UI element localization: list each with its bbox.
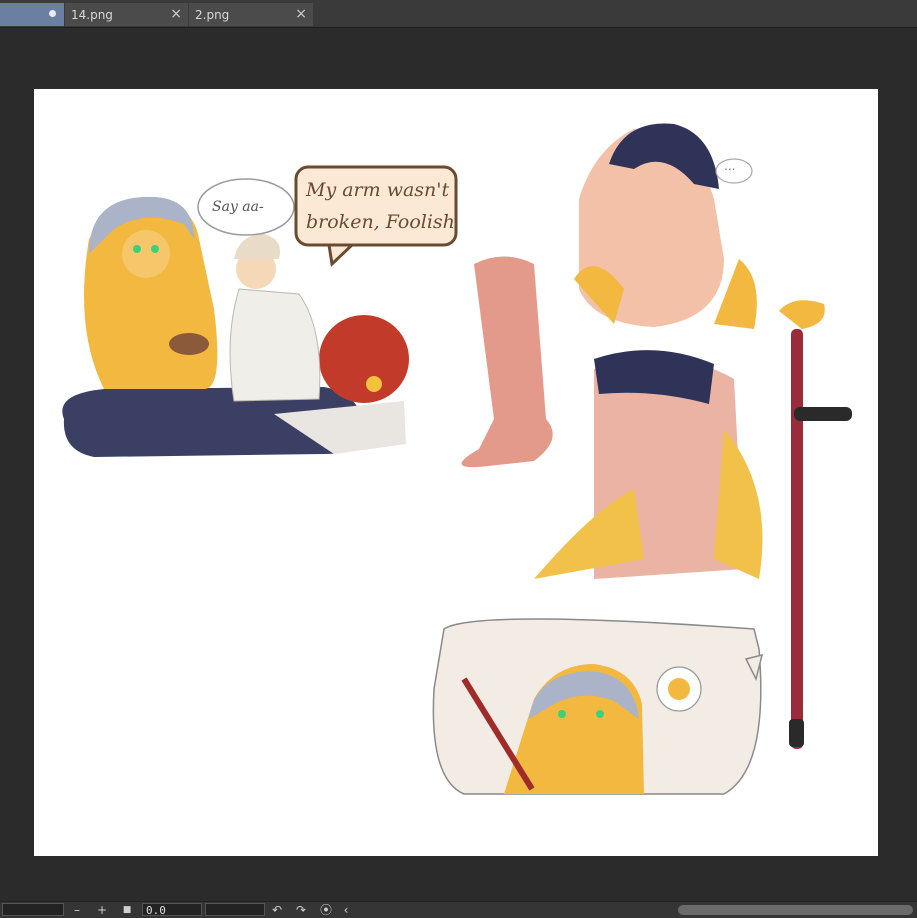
- unsaved-dot-icon: [49, 10, 56, 17]
- zoom-out-icon[interactable]: –: [70, 903, 84, 917]
- bandage-head-shape: [234, 234, 280, 259]
- bottom-eye-left: [558, 710, 566, 718]
- thought-bubble-text: ...: [724, 159, 736, 173]
- close-icon[interactable]: ×: [170, 6, 182, 22]
- bottom-eye-right: [596, 710, 604, 718]
- speech-bubble-2-line2: broken, Foolish: [306, 211, 455, 233]
- bowl-shape: [169, 333, 209, 355]
- zoom-slider[interactable]: [2, 903, 64, 916]
- speech-bubble-2-line1: My arm wasn't: [306, 179, 450, 201]
- tab-current-file[interactable]: [0, 3, 64, 26]
- crutch-handle: [794, 407, 852, 421]
- rotation-slider[interactable]: [205, 903, 265, 916]
- red-pillow-shape: [319, 315, 409, 403]
- tab-14-png[interactable]: 14.png ×: [65, 3, 188, 26]
- reset-rotation-icon[interactable]: ⦿: [318, 903, 334, 917]
- status-bar: – + ■ 0.0 ↶ ↷ ⦿ ‹: [0, 901, 917, 918]
- close-icon[interactable]: ×: [295, 6, 307, 22]
- tab-bar: 14.png × 2.png ×: [0, 0, 917, 28]
- speech-bubble-2-tail: [327, 243, 356, 268]
- white-shirt-shape: [229, 288, 321, 402]
- glowing-eye-right: [151, 245, 159, 253]
- fit-screen-icon[interactable]: ■: [120, 903, 134, 917]
- zoom-in-icon[interactable]: +: [95, 903, 109, 917]
- drawing-canvas[interactable]: Say aa- My arm wasn't broken, Foolish ..…: [34, 89, 878, 856]
- artwork: [62, 123, 852, 795]
- pillow-badge-shape: [366, 376, 382, 392]
- crutch-shaft: [791, 329, 803, 749]
- tab-label: 14.png: [71, 7, 113, 22]
- glowing-eye-left: [133, 245, 141, 253]
- tab-2-png[interactable]: 2.png ×: [189, 3, 313, 26]
- crutch-top-shape: [779, 300, 825, 329]
- rotation-input[interactable]: 0.0: [142, 903, 202, 917]
- character-left-face: [122, 230, 170, 278]
- horizontal-scrollbar[interactable]: [678, 905, 913, 915]
- crutch-foot: [789, 719, 804, 747]
- speech-bubble-1-text: Say aa-: [212, 199, 264, 215]
- rotate-left-icon[interactable]: ↶: [270, 903, 284, 917]
- collapse-icon[interactable]: ‹: [340, 903, 352, 917]
- small-portrait-shape: [668, 678, 690, 700]
- rotate-right-icon[interactable]: ↷: [294, 903, 308, 917]
- tab-label: 2.png: [195, 7, 230, 22]
- legs-sketch: [461, 256, 553, 468]
